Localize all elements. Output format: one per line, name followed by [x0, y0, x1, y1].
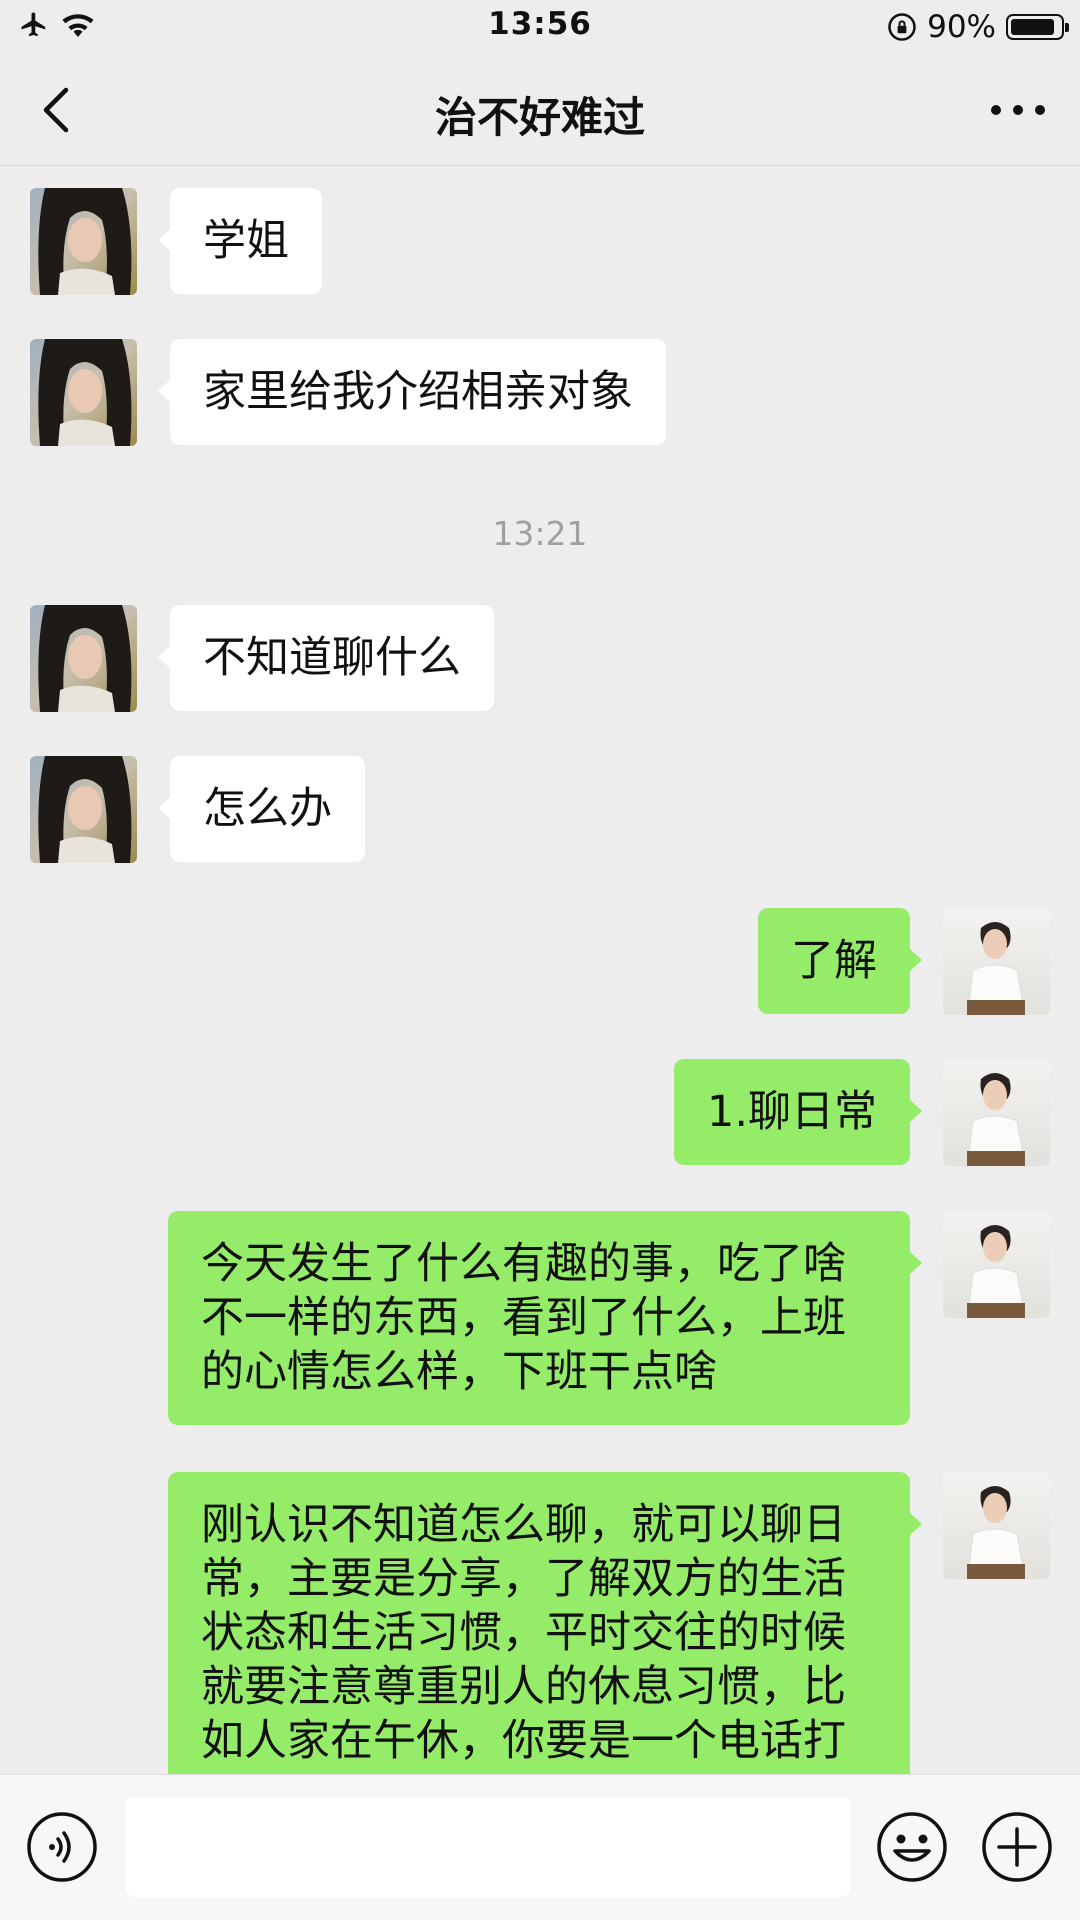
chat-header: 治不好难过 [0, 54, 1080, 166]
avatar[interactable] [943, 1472, 1050, 1579]
voice-icon[interactable] [26, 1811, 98, 1883]
battery-icon [1006, 14, 1069, 40]
message-list[interactable]: 学姐 家里给我介绍相亲对象 13:21 不知道聊什么 怎么办 了解 1.聊日常 … [0, 166, 1080, 1774]
avatar[interactable] [30, 188, 137, 295]
chat-title: 治不好难过 [434, 93, 645, 142]
message-bubble[interactable]: 1.聊日常 [673, 1059, 923, 1165]
avatar[interactable] [30, 756, 137, 863]
avatar[interactable] [943, 1059, 1050, 1166]
message-input[interactable] [125, 1797, 851, 1897]
avatar[interactable] [30, 339, 137, 446]
message-bubble[interactable]: 不知道聊什么 [158, 605, 494, 711]
avatar[interactable] [943, 908, 1050, 1015]
rotation-lock-icon [888, 13, 916, 41]
add-icon[interactable] [981, 1811, 1053, 1883]
status-bar: 13:56 90% [0, 0, 1080, 54]
more-dots-icon[interactable] [986, 88, 1050, 132]
battery-level [1011, 19, 1054, 35]
timestamp: 13:21 [492, 514, 588, 553]
battery-percent: 90% [927, 9, 996, 45]
input-bar [0, 1774, 1080, 1920]
message-bubble[interactable]: 刚认识不知道怎么聊，就可以聊日常，主要是分享，了解双方的生活状态和生活习惯，平时… [168, 1472, 922, 1774]
message-bubble[interactable]: 今天发生了什么有趣的事，吃了啥不一样的东西，看到了什么，上班的心情怎么样，下班干… [168, 1211, 922, 1425]
message-bubble[interactable]: 学姐 [158, 188, 322, 294]
emoji-icon[interactable] [876, 1811, 948, 1883]
message-bubble[interactable]: 家里给我介绍相亲对象 [158, 339, 666, 445]
message-bubble[interactable]: 了解 [758, 908, 922, 1014]
message-bubble[interactable]: 怎么办 [158, 756, 365, 862]
avatar[interactable] [30, 605, 137, 712]
avatar[interactable] [943, 1211, 1050, 1318]
